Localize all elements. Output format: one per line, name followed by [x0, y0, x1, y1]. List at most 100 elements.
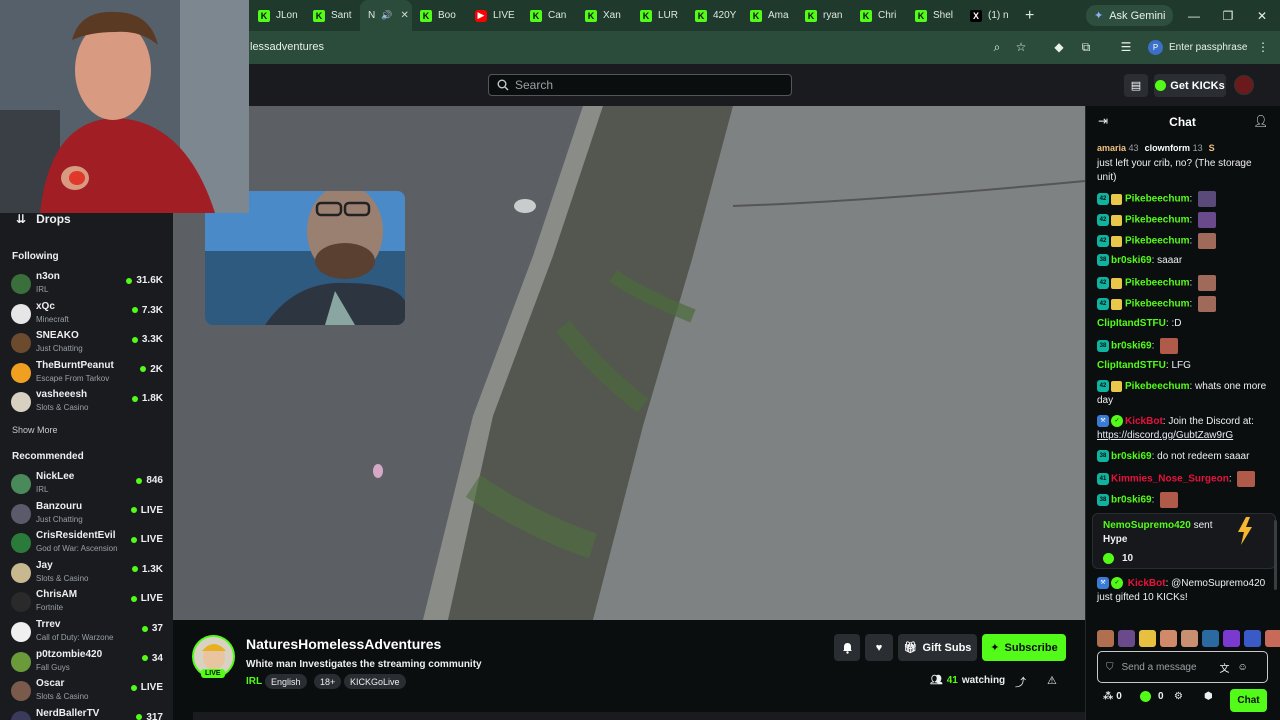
channel-item[interactable]: NickLee IRL 846 — [11, 471, 163, 499]
chat-username[interactable]: KickBot — [1125, 416, 1163, 427]
report-warning-icon[interactable]: ⚠ — [1047, 674, 1057, 687]
emoji-icon[interactable]: ☺ — [1238, 662, 1248, 673]
emote-icon[interactable] — [1244, 630, 1261, 647]
chat-username[interactable]: KickBot — [1128, 578, 1166, 589]
channel-item[interactable]: TheBurntPeanut Escape From Tarkov 2K — [11, 360, 163, 388]
browser-tab[interactable]: K Ama — [742, 0, 797, 31]
chat-settings-gear-icon[interactable]: ⚙ — [1174, 691, 1183, 702]
subscribe-button[interactable]: ✦ Subscribe — [982, 634, 1066, 661]
chat-username[interactable]: Pikebeechum — [1125, 215, 1189, 226]
chat-username[interactable]: Pikebeechum — [1125, 278, 1189, 289]
channel-item[interactable]: SNEAKO Just Chatting 3.3K — [11, 330, 163, 358]
browser-tab[interactable]: K 420Y — [687, 0, 742, 31]
category-link[interactable]: IRL — [246, 676, 262, 687]
chat-username[interactable]: br0ski69 — [1111, 341, 1152, 352]
pinned-gifter-2[interactable]: clownform 13 — [1145, 143, 1203, 157]
chat-message-input[interactable] — [1121, 661, 1212, 673]
browser-tab[interactable]: K LUR — [632, 0, 687, 31]
browser-menu-icon[interactable]: ⋮ — [1254, 38, 1272, 56]
emote-icon[interactable] — [1202, 630, 1219, 647]
chat-username[interactable]: ClipItandSTFU — [1097, 360, 1166, 371]
get-kicks-button[interactable]: Get KICKs — [1154, 74, 1226, 97]
show-more-button[interactable]: Show More — [12, 425, 58, 435]
library-icon[interactable]: ▤ — [1124, 74, 1148, 97]
streamer-name[interactable]: NaturesHomelessAdventures — [246, 636, 441, 652]
browser-tab[interactable]: K Chri — [852, 0, 907, 31]
emote-icon[interactable] — [1223, 630, 1240, 647]
channel-item[interactable]: CrisResidentEvil God of War: Ascension LIV… — [11, 530, 163, 558]
minimize-button[interactable]: — — [1177, 0, 1211, 31]
video-player[interactable] — [173, 106, 1085, 620]
chat-username[interactable]: br0ski69 — [1111, 451, 1152, 462]
chat-username[interactable]: br0ski69 — [1111, 255, 1152, 266]
maximize-button[interactable]: ❐ — [1211, 0, 1245, 31]
browser-tab-active[interactable]: N 🔊 ✕ — [360, 0, 412, 31]
emote-icon[interactable] — [1139, 630, 1156, 647]
tag-language[interactable]: English — [265, 674, 307, 689]
chat-username[interactable]: ClipItandSTFU — [1097, 318, 1166, 329]
browser-tab[interactable]: K Sant — [305, 0, 360, 31]
chat-username[interactable]: br0ski69 — [1111, 495, 1152, 506]
share-icon[interactable]: ⤴ — [1015, 674, 1026, 690]
extension-icon[interactable]: ⬢ — [1204, 691, 1213, 702]
channel-item[interactable]: p0tzombie420 Fall Guys 34 — [11, 649, 163, 677]
new-tab-button[interactable]: + — [1025, 7, 1034, 25]
notification-bell-button[interactable] — [834, 634, 860, 661]
close-tab-icon[interactable]: ✕ — [400, 10, 408, 21]
chat-username[interactable]: Pikebeechum — [1125, 194, 1189, 205]
channel-item[interactable]: NerdBallerTV 317 — [11, 708, 163, 720]
profile-passphrase-button[interactable]: P Enter passphrase — [1148, 37, 1247, 57]
tag-mature[interactable]: 18+ — [314, 674, 342, 689]
tag-kickgolive[interactable]: KICKGoLive — [344, 674, 406, 689]
chat-scrollbar[interactable] — [1274, 520, 1277, 590]
kicks-balance[interactable]: ⁂ 0 — [1103, 691, 1122, 702]
chat-username[interactable]: Pikebeechum — [1125, 381, 1189, 392]
chat-username[interactable]: Pikebeechum — [1125, 236, 1189, 247]
drops-link[interactable]: ⇊ Drops — [16, 212, 71, 226]
points-balance[interactable]: 0 — [1140, 691, 1164, 702]
chat-username[interactable]: Pikebeechum — [1125, 299, 1189, 310]
browser-tab[interactable]: K Boo — [412, 0, 467, 31]
close-window-button[interactable]: ✕ — [1245, 0, 1279, 31]
follow-heart-button[interactable]: ♥ — [865, 634, 893, 661]
extensions-puzzle-icon[interactable]: ⧉ — [1077, 38, 1095, 56]
media-control-icon[interactable]: ☰ — [1117, 38, 1135, 56]
pinned-gifter-1[interactable]: amaria 43 — [1097, 143, 1139, 157]
browser-tab[interactable]: X (1) n — [962, 0, 1017, 31]
extension-diamond-icon[interactable]: ◆ — [1050, 38, 1068, 56]
gift-sender-name[interactable]: NemoSupremo420 — [1103, 520, 1191, 531]
channel-item[interactable]: Banzouru Just Chatting LIVE — [11, 501, 163, 529]
bookmark-star-icon[interactable]: ☆ — [1012, 38, 1030, 56]
emote-icon[interactable] — [1160, 630, 1177, 647]
channel-item[interactable]: ChrisAM Fortnite LIVE — [11, 589, 163, 617]
search-input[interactable]: Search — [488, 74, 792, 96]
channel-item[interactable]: n3on IRL 31.6K — [11, 271, 163, 299]
browser-tab[interactable]: ▶ LIVE — [467, 0, 522, 31]
chat-input-box[interactable]: ⛉ 文 ☺ — [1097, 651, 1268, 683]
chat-username[interactable]: Kimmies_Nose_Surgeon — [1111, 474, 1229, 485]
speaker-icon[interactable]: 🔊 — [381, 10, 392, 21]
chat-link[interactable]: https://discord.gg/GubtZaw9rG — [1097, 430, 1233, 441]
gift-subs-button[interactable]: 🎁︎ Gift Subs — [898, 634, 977, 661]
browser-tab[interactable]: K Shel — [907, 0, 962, 31]
emote-icon[interactable] — [1181, 630, 1198, 647]
emote-icon[interactable] — [1265, 630, 1280, 647]
zoom-search-icon[interactable]: ⌕ — [988, 38, 1006, 56]
emote-icon[interactable] — [1097, 630, 1114, 647]
channel-item[interactable]: Trrev Call of Duty: Warzone 37 — [11, 619, 163, 647]
browser-tab[interactable]: K Xan — [577, 0, 632, 31]
pinned-gifter-3[interactable]: S — [1209, 143, 1215, 157]
browser-tab[interactable]: Kryan — [797, 0, 852, 31]
channel-item[interactable]: xQc Minecraft 7.3K — [11, 301, 163, 329]
channel-item[interactable]: vasheeesh Slots & Casino 1.8K — [11, 389, 163, 417]
channel-item[interactable]: Oscar Slots & Casino LIVE — [11, 678, 163, 706]
send-chat-button[interactable]: Chat — [1230, 689, 1267, 712]
browser-tab[interactable]: K Can — [522, 0, 577, 31]
translate-icon[interactable]: 文 — [1220, 660, 1230, 675]
user-avatar[interactable] — [1234, 75, 1254, 95]
channel-item[interactable]: Jay Slots & Casino 1.3K — [11, 560, 163, 588]
url-field[interactable]: lessadventures — [250, 41, 324, 53]
browser-tab[interactable]: K JLon — [250, 0, 305, 31]
emote-icon[interactable] — [1118, 630, 1135, 647]
ask-gemini-button[interactable]: ✦ Ask Gemini — [1086, 5, 1174, 26]
